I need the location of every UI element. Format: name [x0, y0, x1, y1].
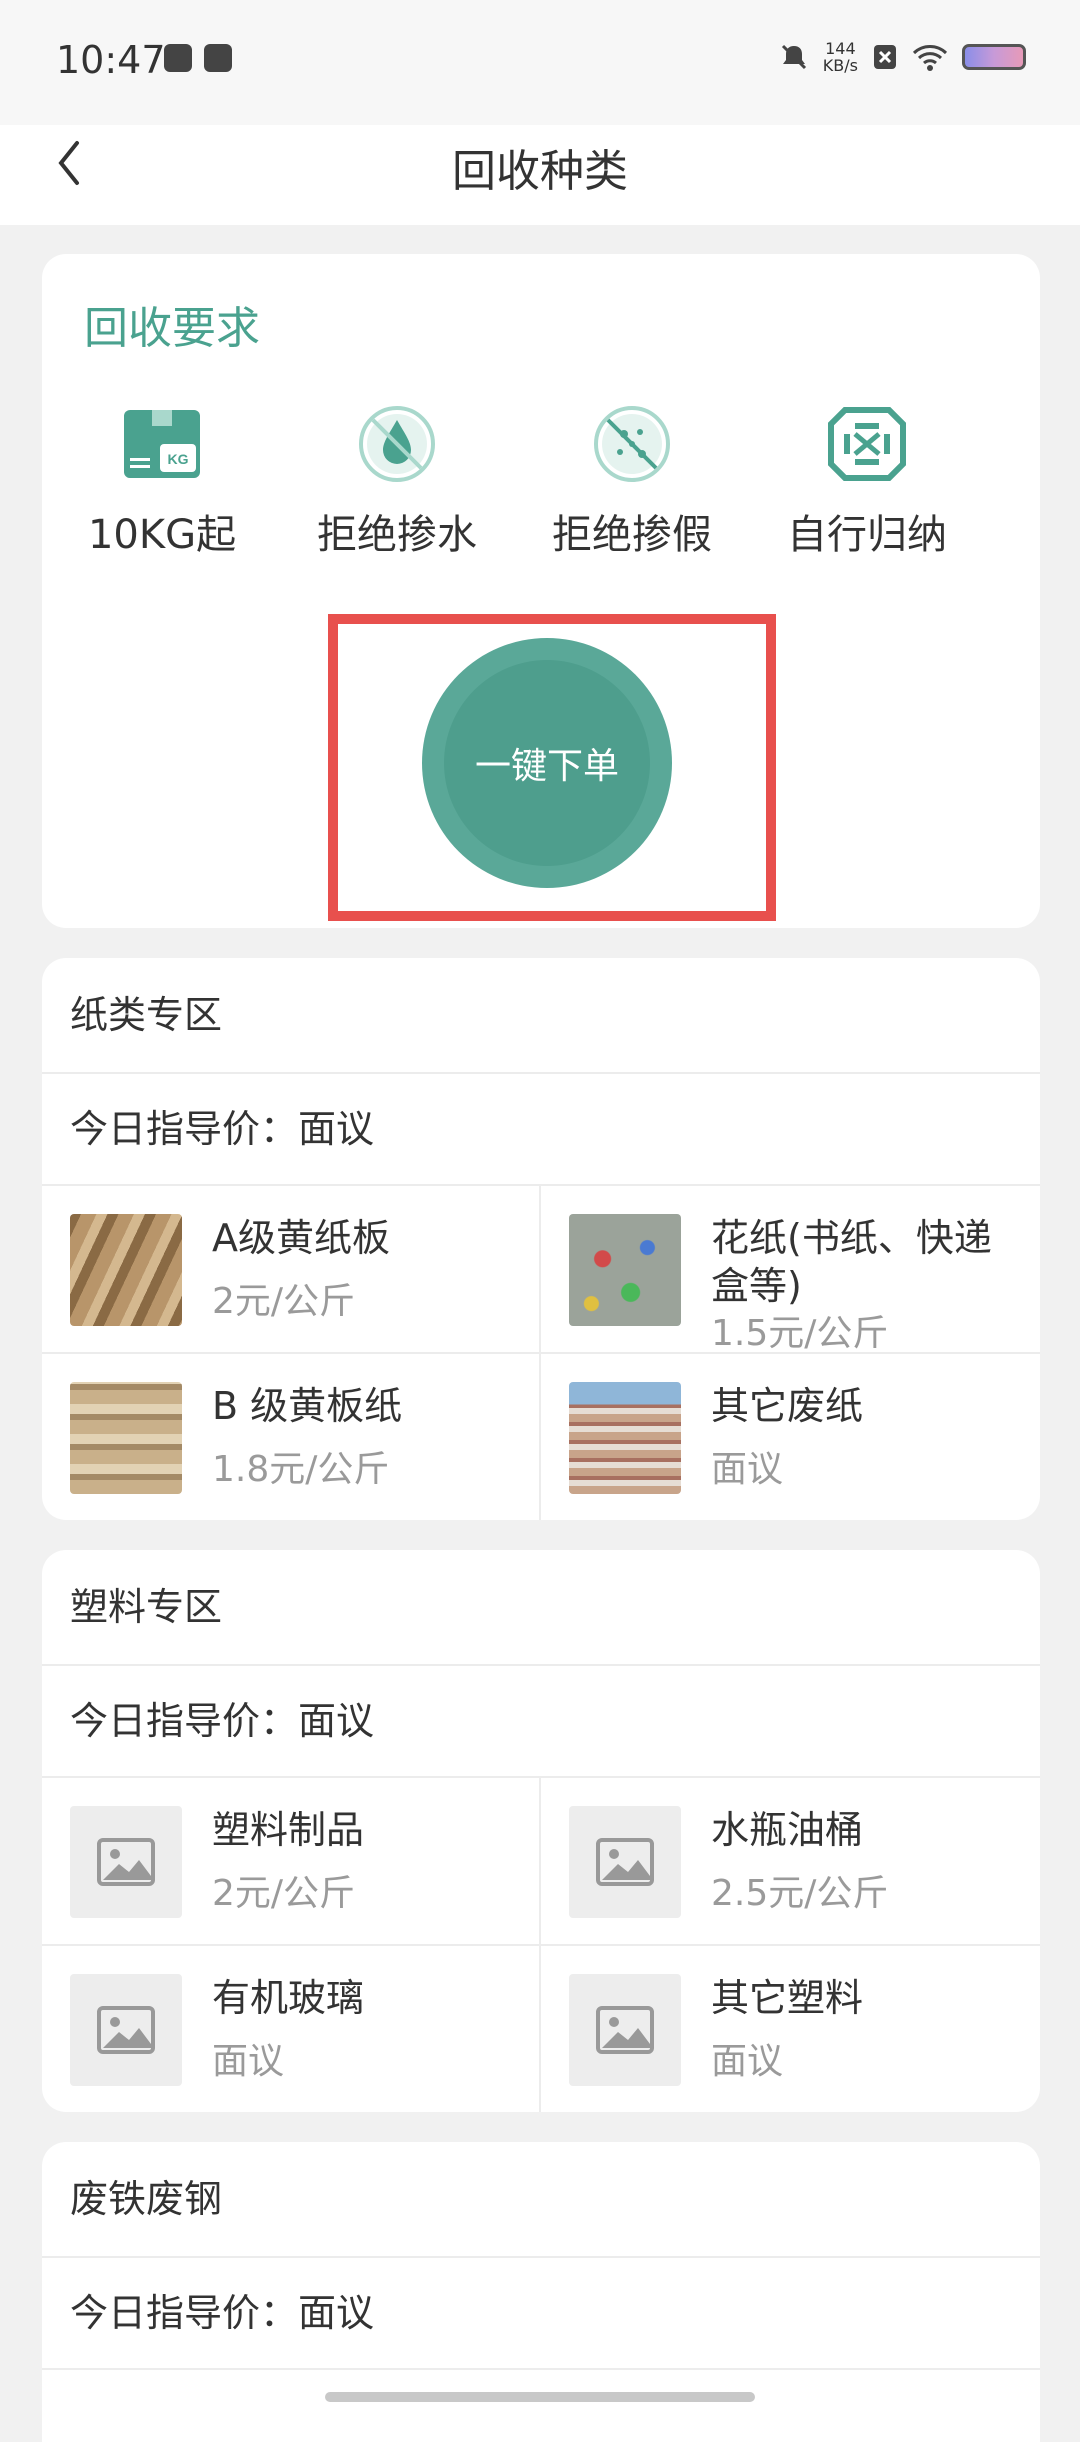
- paper-section: 纸类专区 今日指导价：面议 A级黄纸板 2元/公斤 花纸(书纸、快递盒等) 1.…: [42, 958, 1040, 1520]
- requirements-title: 回收要求: [84, 303, 260, 354]
- list-item[interactable]: 其它塑料 面议: [541, 1946, 1040, 2112]
- item-price: 1.8元/公斤: [212, 1449, 390, 1490]
- item-price: 面议: [212, 2041, 285, 2082]
- section-title: 废铁废钢: [42, 2142, 1040, 2258]
- status-time: 10:47: [56, 38, 166, 82]
- svg-text:KG: KG: [168, 451, 189, 467]
- notification-icon: [164, 44, 192, 72]
- no-water-icon: [359, 406, 435, 482]
- requirement-label: 10KG起: [87, 512, 237, 558]
- requirement-self-sort: 自行归纳: [757, 404, 977, 560]
- mute-icon: [781, 44, 806, 70]
- sim-off-icon: [874, 45, 896, 69]
- home-indicator[interactable]: [325, 2392, 755, 2402]
- item-price: 2元/公斤: [212, 1873, 356, 1914]
- section-title: 纸类专区: [42, 958, 1040, 1074]
- requirement-label: 自行归纳: [787, 512, 947, 558]
- mixed-paper-photo: [569, 1214, 681, 1326]
- list-item[interactable]: 水瓶油桶 2.5元/公斤: [541, 1778, 1040, 1946]
- item-name: 其它塑料: [711, 1976, 864, 2020]
- requirement-weight: KG 10KG起: [52, 404, 272, 560]
- list-item[interactable]: B 级黄板纸 1.8元/公斤: [42, 1354, 541, 1520]
- item-price: 1.5元/公斤: [711, 1313, 889, 1354]
- guide-price: 今日指导价：面议: [42, 2258, 1040, 2370]
- item-price: 面议: [711, 1449, 784, 1490]
- requirements-card: 回收要求 KG 10KG起 拒绝掺水 拒绝掺假 自行归纳 一键下单: [42, 254, 1040, 928]
- guide-price: 今日指导价：面议: [42, 1666, 1040, 1778]
- item-name: 花纸(书纸、快递盒等): [711, 1216, 992, 1308]
- item-name: 塑料制品: [212, 1808, 365, 1852]
- status-bar: 10:47 144 KB/s: [0, 0, 1080, 125]
- order-button-highlight: 一键下单: [328, 614, 776, 921]
- weight-box-icon: KG: [124, 410, 200, 478]
- image-placeholder-icon: [70, 1974, 182, 2086]
- item-name: A级黄纸板: [212, 1216, 390, 1260]
- list-item[interactable]: 塑料制品 2元/公斤: [42, 1778, 541, 1946]
- guide-price: 今日指导价：面议: [42, 1074, 1040, 1186]
- requirement-no-water: 拒绝掺水: [287, 404, 507, 560]
- section-title: 塑料专区: [42, 1550, 1040, 1666]
- item-name: 其它废纸: [711, 1384, 864, 1428]
- item-price: 2元/公斤: [212, 1281, 356, 1322]
- image-placeholder-icon: [569, 1806, 681, 1918]
- item-name: 有机玻璃: [212, 1976, 365, 2020]
- page-title: 回收种类: [452, 146, 628, 197]
- nav-bar: 回收种类: [0, 125, 1080, 225]
- order-button-label: 一键下单: [444, 660, 650, 866]
- item-price: 面议: [711, 2041, 784, 2082]
- battery-icon: [962, 44, 1026, 70]
- image-placeholder-icon: [70, 1806, 182, 1918]
- requirement-label: 拒绝掺假: [552, 512, 712, 558]
- net-speed: 144 KB/s: [822, 39, 858, 75]
- requirement-no-fake: 拒绝掺假: [522, 404, 742, 560]
- message-icon: [204, 44, 232, 72]
- list-item[interactable]: 其它废纸 面议: [541, 1354, 1040, 1520]
- cardboard-photo: [70, 1214, 182, 1326]
- list-item[interactable]: 有机玻璃 面议: [42, 1946, 541, 2112]
- plastic-section: 塑料专区 今日指导价：面议 塑料制品 2元/公斤 水瓶油桶 2.5元/公斤 有机…: [42, 1550, 1040, 2112]
- no-fake-icon: [594, 406, 670, 482]
- recycle-icon: [828, 407, 906, 481]
- one-click-order-button[interactable]: 一键下单: [422, 638, 672, 888]
- list-item[interactable]: A级黄纸板 2元/公斤: [42, 1186, 541, 1354]
- requirement-label: 拒绝掺水: [317, 512, 477, 558]
- item-name: 水瓶油桶: [711, 1808, 864, 1852]
- wifi-icon: [912, 45, 948, 71]
- paper-stack-photo: [569, 1382, 681, 1494]
- item-name: B 级黄板纸: [212, 1384, 403, 1428]
- item-price: 2.5元/公斤: [711, 1873, 889, 1914]
- image-placeholder-icon: [569, 1974, 681, 2086]
- paper-bales-photo: [70, 1382, 182, 1494]
- list-item[interactable]: 花纸(书纸、快递盒等) 1.5元/公斤: [541, 1186, 1040, 1354]
